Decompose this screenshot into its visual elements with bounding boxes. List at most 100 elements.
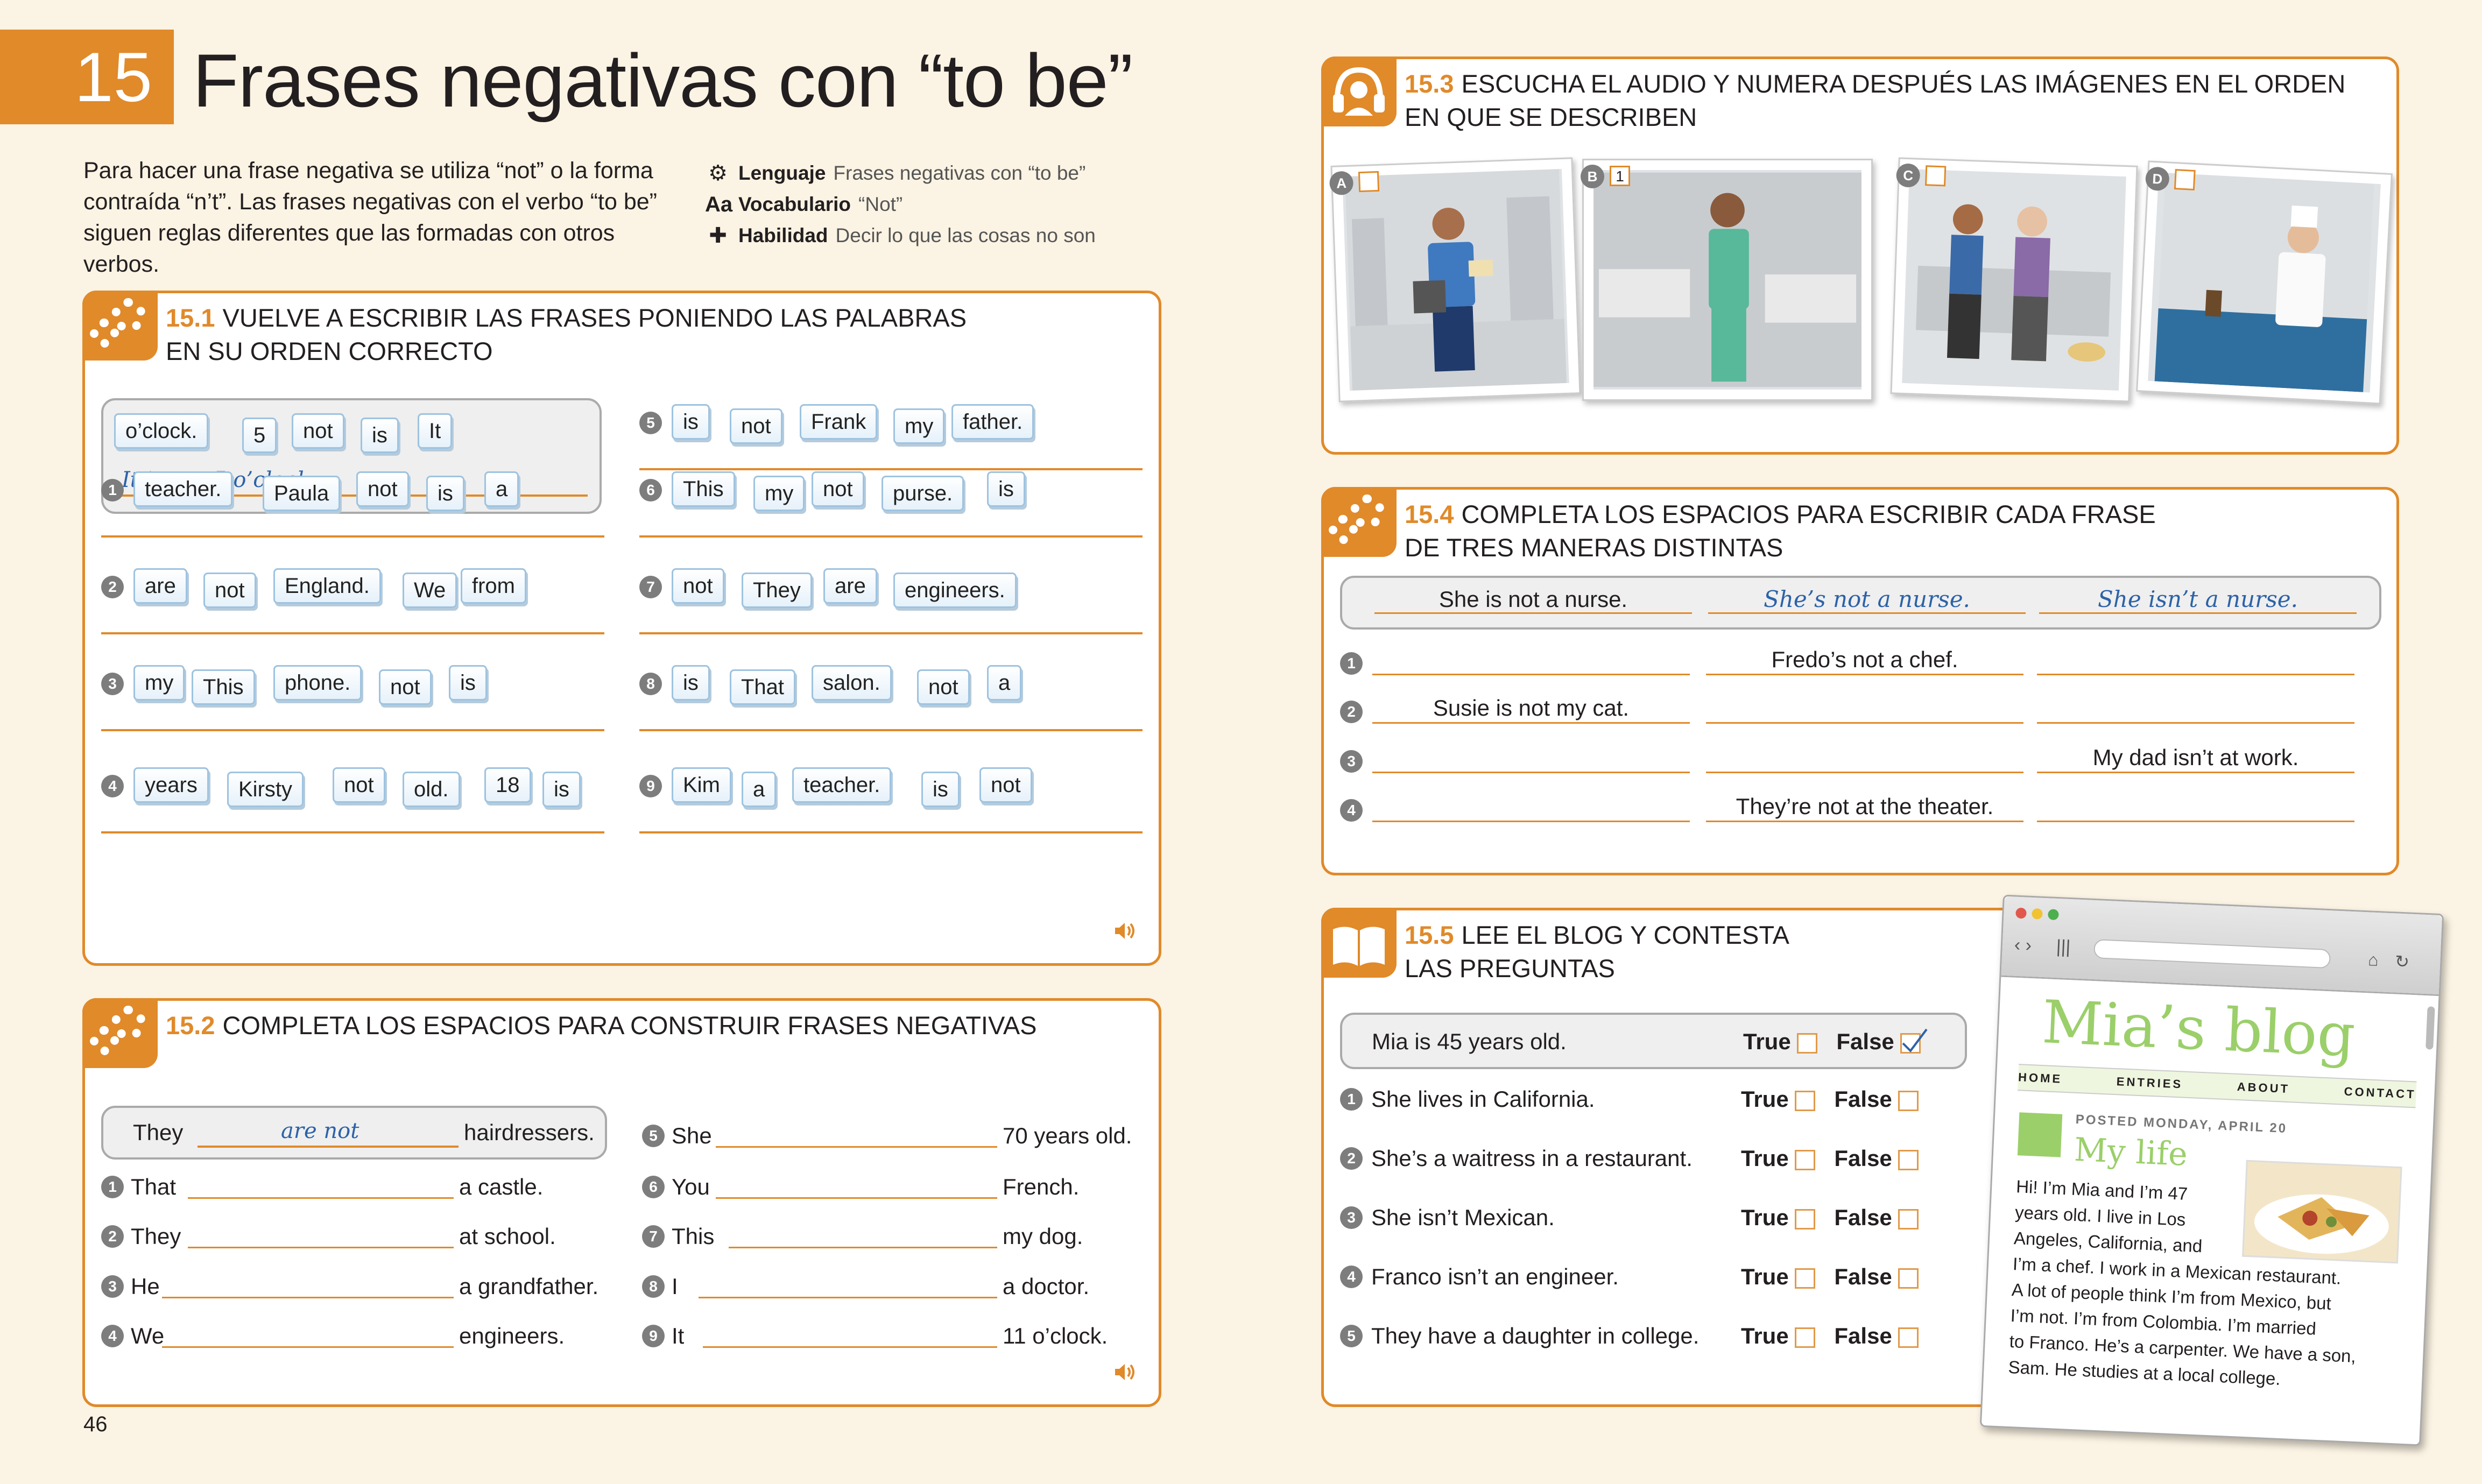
maximize-dot[interactable] [2048, 909, 2059, 921]
word-tile[interactable]: Kirsty [227, 772, 304, 807]
word-tile[interactable]: is [361, 418, 399, 453]
word-tile[interactable]: my [753, 476, 805, 511]
answer-line[interactable] [1372, 674, 1690, 675]
word-tile[interactable]: a [987, 665, 1022, 701]
answer-line[interactable] [716, 1197, 997, 1199]
word-tile[interactable]: We [403, 573, 457, 608]
answer-line[interactable] [1706, 821, 2023, 822]
answer-line[interactable] [729, 1247, 997, 1248]
word-tile[interactable]: is [921, 772, 960, 807]
blog-nav-link-contact[interactable]: CONTACT [2344, 1085, 2416, 1102]
answer-line[interactable] [162, 1297, 454, 1298]
answer-line[interactable] [703, 1346, 997, 1348]
false-checkbox[interactable] [1898, 1268, 1919, 1289]
answer-line[interactable] [1706, 722, 2023, 724]
word-tile[interactable]: is [987, 471, 1025, 507]
word-tile[interactable]: father. [951, 404, 1034, 440]
word-tile[interactable]: not [812, 471, 864, 507]
speaker-icon[interactable] [1113, 1361, 1139, 1383]
word-tile[interactable]: not [356, 471, 409, 507]
speaker-icon[interactable] [1113, 920, 1139, 942]
word-tile[interactable]: phone. [273, 665, 362, 701]
word-tile[interactable]: not [333, 767, 385, 803]
word-tile[interactable]: my [133, 665, 185, 701]
word-tile[interactable]: teacher. [792, 767, 892, 803]
word-tile[interactable]: not [292, 413, 344, 449]
false-checkbox[interactable] [1898, 1090, 1919, 1111]
reload-icon[interactable]: ↻ [2394, 951, 2409, 972]
answer-line[interactable] [1372, 772, 1690, 773]
picture-number-box[interactable]: 1 [1610, 166, 1630, 186]
true-checkbox[interactable] [1795, 1327, 1816, 1348]
blog-nav-link-about[interactable]: ABOUT [2237, 1080, 2290, 1096]
word-tile[interactable]: is [426, 476, 464, 511]
scrollbar[interactable] [2425, 1006, 2435, 1050]
word-tile[interactable]: not [917, 669, 970, 705]
answer-line[interactable] [1372, 722, 1690, 724]
word-tile[interactable]: salon. [812, 665, 892, 701]
word-tile[interactable]: engineers. [893, 573, 1017, 608]
word-tile[interactable]: They [742, 573, 812, 608]
word-tile[interactable]: not [979, 767, 1032, 803]
false-checkbox[interactable] [1898, 1209, 1919, 1229]
word-tile[interactable]: is [672, 665, 710, 701]
word-tile[interactable]: old. [403, 772, 460, 807]
answer-line[interactable] [639, 729, 1143, 731]
answer-line[interactable] [101, 729, 604, 731]
answer-line[interactable] [639, 535, 1143, 538]
word-tile[interactable]: from [461, 568, 526, 604]
word-tile[interactable]: years [133, 767, 209, 803]
word-tile[interactable]: Kim [672, 767, 731, 803]
answer-line[interactable] [101, 535, 604, 538]
minimize-dot[interactable] [2032, 908, 2043, 920]
word-tile[interactable]: my [893, 408, 945, 444]
word-tile[interactable]: not [730, 408, 782, 444]
word-tile[interactable]: are [823, 568, 877, 604]
back-forward-icon[interactable]: ‹ › [2014, 935, 2032, 956]
false-checkbox[interactable] [1898, 1149, 1919, 1170]
false-checkbox-checked[interactable] [1900, 1028, 1928, 1054]
true-checkbox[interactable] [1795, 1090, 1816, 1111]
word-tile[interactable]: 5 [242, 418, 277, 453]
word-tile[interactable]: 18 [484, 767, 531, 803]
close-dot[interactable] [2015, 907, 2027, 919]
word-tile[interactable]: not [203, 573, 256, 608]
word-tile[interactable]: This [192, 669, 255, 705]
answer-line[interactable] [639, 632, 1143, 634]
answer-line[interactable] [188, 1247, 454, 1248]
answer-line[interactable] [101, 632, 604, 634]
true-checkbox[interactable] [1795, 1268, 1816, 1289]
word-tile[interactable]: This [672, 471, 735, 507]
word-tile[interactable]: England. [273, 568, 381, 604]
word-tile[interactable]: is [542, 772, 581, 807]
answer-line[interactable] [716, 1146, 997, 1148]
word-tile[interactable]: purse. [882, 476, 964, 511]
answer-line[interactable] [1706, 772, 2023, 773]
address-bar[interactable] [2093, 939, 2331, 969]
word-tile[interactable]: not [672, 568, 724, 604]
answer-line[interactable] [639, 831, 1143, 833]
answer-line[interactable] [101, 831, 604, 833]
word-tile[interactable]: o’clock. [114, 413, 209, 449]
answer-line[interactable] [2037, 772, 2354, 773]
answer-line[interactable] [1372, 821, 1690, 822]
word-tile[interactable]: teacher. [133, 471, 233, 507]
answer-line[interactable] [2037, 674, 2354, 675]
blog-nav-link-entries[interactable]: ENTRIES [2116, 1075, 2183, 1091]
word-tile[interactable]: is [672, 404, 710, 440]
word-tile[interactable]: That [730, 669, 796, 705]
word-tile[interactable]: are [133, 568, 187, 604]
word-tile[interactable]: Paula [263, 476, 341, 511]
word-tile[interactable]: a [742, 772, 777, 807]
word-tile[interactable]: is [449, 665, 487, 701]
word-tile[interactable]: not [379, 669, 432, 705]
picture-number-box[interactable] [1925, 165, 1947, 187]
word-tile[interactable]: Frank [800, 404, 878, 440]
picture-number-box[interactable] [1358, 171, 1380, 193]
answer-line[interactable] [639, 468, 1143, 470]
picture-number-box[interactable] [2174, 169, 2196, 190]
bookmarks-icon[interactable]: ||| [2056, 936, 2071, 958]
true-checkbox[interactable] [1795, 1149, 1816, 1170]
answer-line[interactable] [162, 1346, 454, 1348]
blog-nav-link-home[interactable]: HOME [2018, 1070, 2063, 1086]
